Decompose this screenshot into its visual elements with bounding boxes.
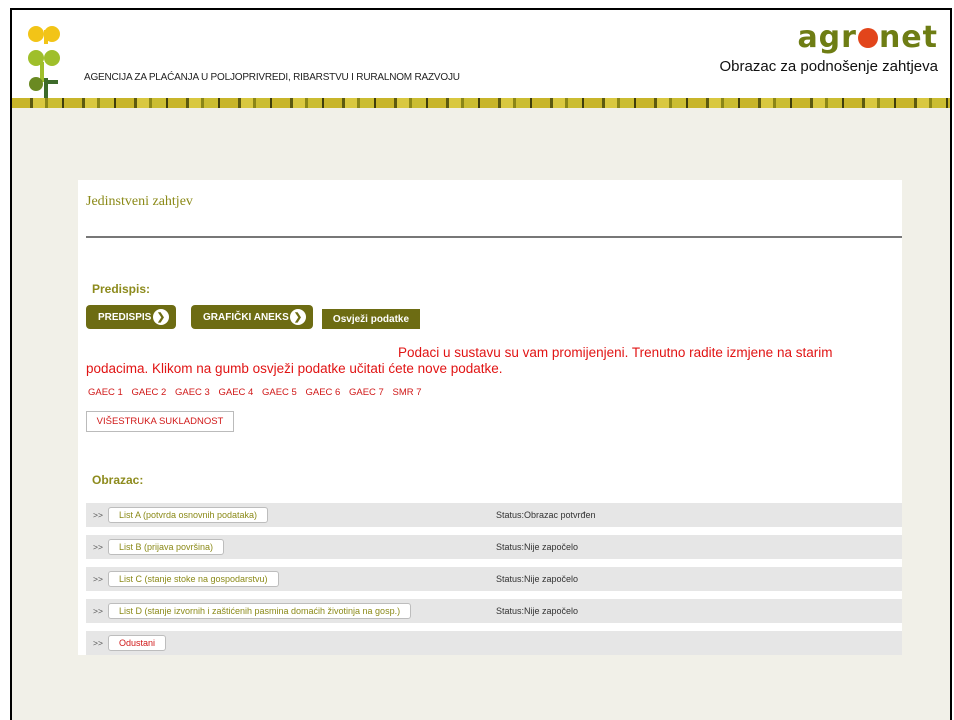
form-row-list-a: >> List A (potvrda osnovnih podataka) St…	[86, 503, 902, 527]
title-divider	[86, 236, 902, 238]
gaec-link[interactable]: GAEC 6	[306, 387, 341, 398]
predispis-button[interactable]: PREDISPIS ❯	[86, 305, 176, 329]
warning-message-line2: podacima. Klikom na gumb osvježi podatke…	[86, 361, 503, 376]
apple-icon	[857, 28, 878, 48]
gaec-links: GAEC 1 GAEC 2 GAEC 3 GAEC 4 GAEC 5 GAEC …	[88, 387, 428, 398]
warning-message-line1: Podaci u sustavu su vam promijenjeni. Tr…	[398, 345, 833, 360]
arrow-right-icon: ❯	[153, 309, 169, 325]
predispis-label: Predispis:	[92, 282, 151, 296]
visestruka-sukladnost-button[interactable]: VIŠESTRUKA SUKLADNOST	[86, 411, 234, 432]
agronet-logo: agr net	[797, 20, 938, 55]
graficki-aneks-button-label: GRAFIČKI ANEKS	[203, 311, 289, 323]
status-text: Status:Nije započelo	[496, 542, 579, 552]
brand-text-right: net	[878, 20, 938, 55]
agency-name: AGENCIJA ZA PLAĆANJA U POLJOPRIVREDI, RI…	[84, 72, 460, 83]
status-text: Status:Obrazac potvrđen	[496, 510, 596, 520]
status-text: Status:Nije započelo	[496, 574, 579, 584]
gaec-link[interactable]: GAEC 4	[219, 387, 254, 398]
graficki-aneks-button[interactable]: GRAFIČKI ANEKS ❯	[191, 305, 313, 329]
gaec-link[interactable]: GAEC 1	[88, 387, 123, 398]
expand-arrow-icon[interactable]: >>	[93, 542, 103, 552]
page-subtitle: Obrazac za podnošenje zahtjeva	[719, 58, 938, 75]
status-text: Status:Nije započelo	[496, 606, 579, 616]
expand-arrow-icon[interactable]: >>	[93, 606, 103, 616]
list-b-button[interactable]: List B (prijava površina)	[107, 539, 224, 555]
main-panel: Jedinstveni zahtjev Predispis: PREDISPIS…	[78, 180, 902, 655]
form-row-list-c: >> List C (stanje stoke na gospodarstvu)…	[86, 567, 902, 591]
form-row-list-b: >> List B (prijava površina) Status:Nije…	[86, 535, 902, 559]
form-row-cancel: >> Odustani	[86, 631, 902, 655]
page-title: Jedinstveni zahtjev	[86, 194, 193, 209]
smr-link[interactable]: SMR 7	[393, 387, 422, 398]
refresh-data-button[interactable]: Osvježi podatke	[322, 309, 420, 329]
expand-arrow-icon[interactable]: >>	[93, 510, 103, 520]
brand-text-left: agr	[797, 20, 857, 55]
odustani-button[interactable]: Odustani	[107, 635, 166, 651]
gaec-link[interactable]: GAEC 5	[262, 387, 297, 398]
gaec-link[interactable]: GAEC 3	[175, 387, 210, 398]
list-a-button[interactable]: List A (potvrda osnovnih podataka)	[107, 507, 269, 523]
gaec-link[interactable]: GAEC 7	[349, 387, 384, 398]
expand-arrow-icon[interactable]: >>	[93, 574, 103, 584]
arrow-right-icon: ❯	[290, 309, 306, 325]
header: AGENCIJA ZA PLAĆANJA U POLJOPRIVREDI, RI…	[12, 10, 950, 104]
decorative-stripe	[12, 98, 950, 108]
list-d-button[interactable]: List D (stanje izvornih i zaštićenih pas…	[107, 603, 412, 619]
expand-arrow-icon[interactable]: >>	[93, 638, 103, 648]
list-c-button[interactable]: List C (stanje stoke na gospodarstvu)	[107, 571, 279, 587]
agency-logo-icon	[28, 26, 60, 104]
form-row-list-d: >> List D (stanje izvornih i zaštićenih …	[86, 599, 902, 623]
slide-frame: AGENCIJA ZA PLAĆANJA U POLJOPRIVREDI, RI…	[10, 8, 952, 720]
gaec-link[interactable]: GAEC 2	[132, 387, 167, 398]
predispis-button-label: PREDISPIS	[98, 311, 152, 323]
obrazac-label: Obrazac:	[92, 473, 144, 487]
